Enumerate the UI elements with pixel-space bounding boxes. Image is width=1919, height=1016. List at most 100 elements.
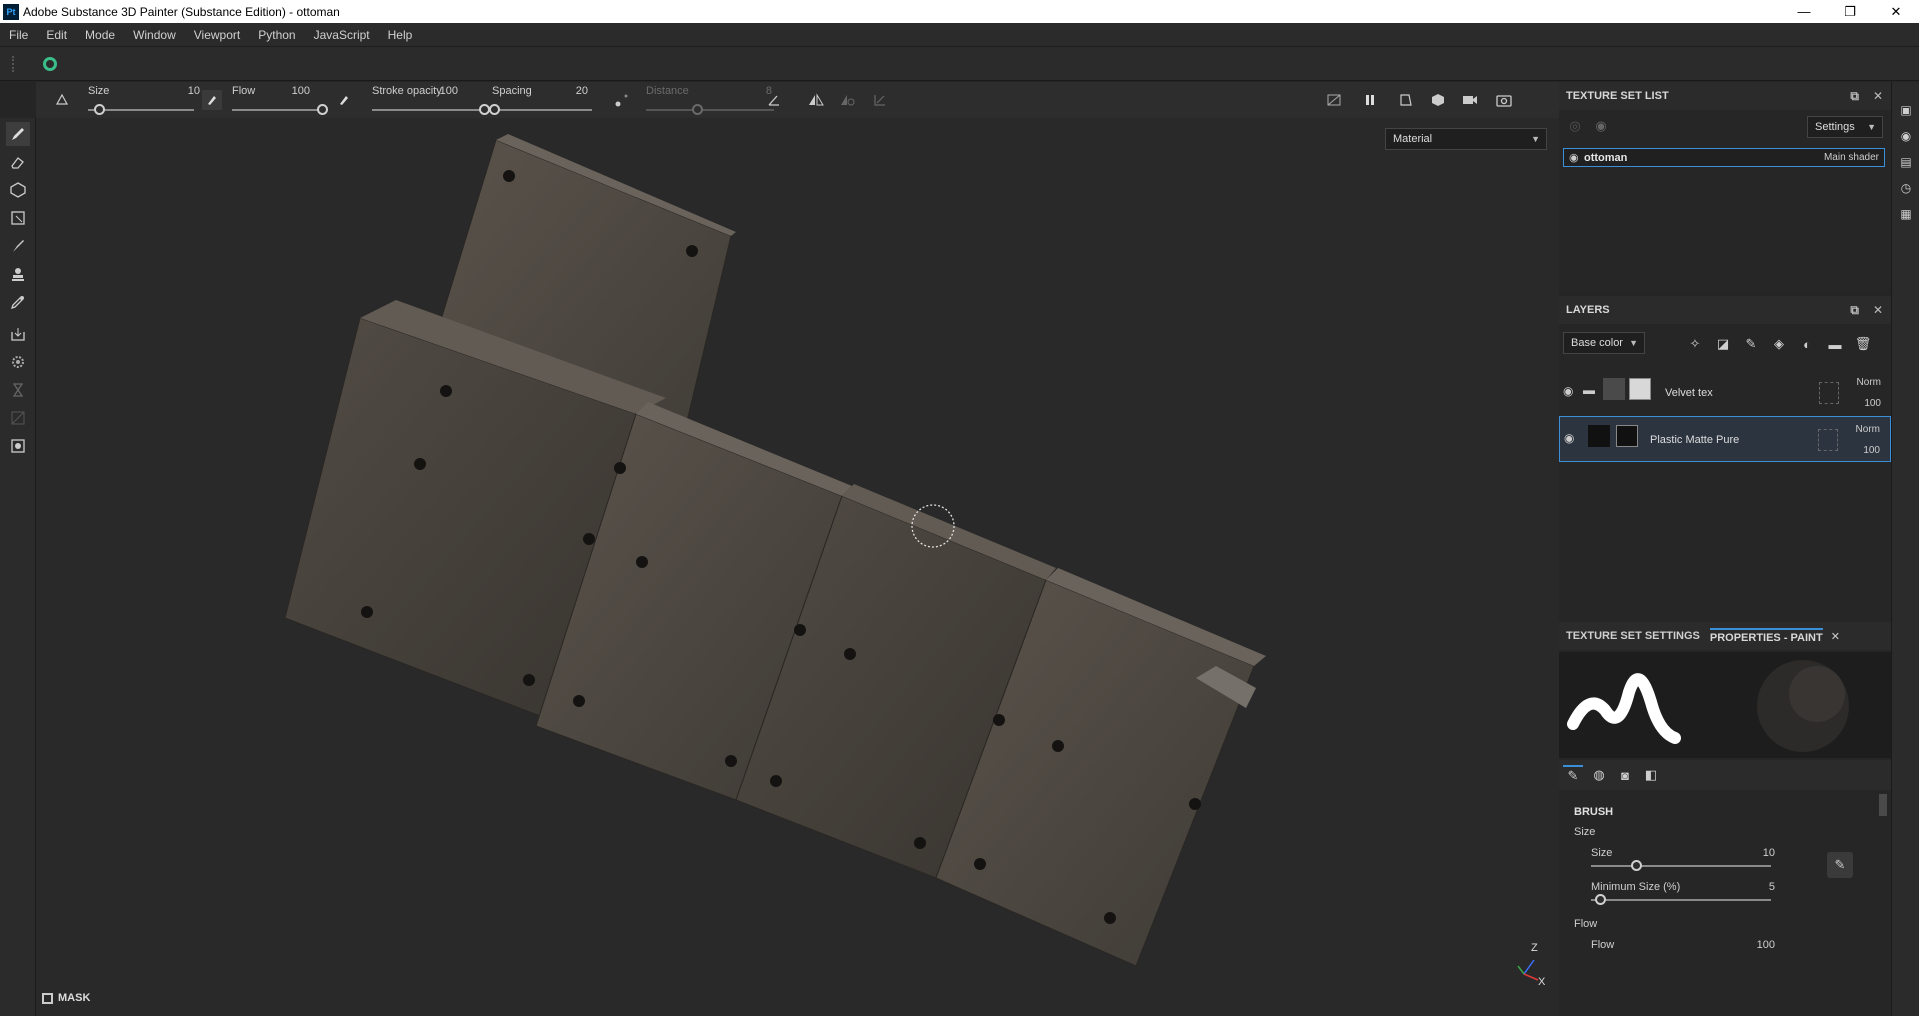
eye-icon[interactable]: ◉ (1591, 116, 1611, 136)
menu-javascript[interactable]: JavaScript (305, 28, 379, 42)
layer-row[interactable]: ◉ ▬ Velvet tex Norm 100 (1559, 370, 1891, 416)
min-size-slider-knob[interactable] (1595, 894, 1606, 905)
ottoman-model[interactable] (36, 118, 1559, 1016)
measure-icon[interactable] (6, 406, 30, 430)
menu-file[interactable]: File (0, 28, 37, 42)
clone-stamp-icon[interactable] (6, 262, 30, 286)
texture-set-shader[interactable]: Main shader (1824, 152, 1879, 163)
spacing-slider-knob[interactable] (489, 104, 500, 115)
blend-mode-dropdown[interactable]: Norm (1857, 377, 1881, 388)
bake-icon[interactable] (6, 322, 30, 346)
stroke-opacity-slider-track[interactable] (372, 109, 484, 111)
menu-viewport[interactable]: Viewport (185, 28, 249, 42)
min-size-value[interactable]: 5 (1739, 881, 1775, 893)
menu-help[interactable]: Help (379, 28, 422, 42)
menu-python[interactable]: Python (249, 28, 304, 42)
layer-opacity[interactable]: 100 (1863, 445, 1880, 456)
stencil-tab-icon[interactable]: ◧ (1641, 765, 1661, 785)
mask-thumbnail[interactable] (1629, 378, 1651, 400)
menu-mode[interactable]: Mode (76, 28, 124, 42)
add-folder-icon[interactable]: ▬ (1825, 334, 1845, 354)
brush-size-value[interactable]: 10 (1739, 847, 1775, 859)
hourglass-icon[interactable] (6, 378, 30, 402)
color-picker-icon[interactable] (6, 290, 30, 314)
brush-flow-value[interactable]: 100 (1739, 939, 1775, 951)
maximize-button[interactable]: ❐ (1827, 0, 1873, 23)
distance-slider-track[interactable] (646, 109, 774, 111)
flow-value[interactable]: 100 (286, 85, 310, 97)
distance-slider-knob[interactable] (692, 104, 704, 115)
angle-icon[interactable] (764, 90, 784, 110)
stroke-opacity-value[interactable]: 100 (434, 85, 458, 97)
layer-mask-slot[interactable] (1819, 382, 1839, 404)
flow-slider-knob[interactable] (317, 104, 328, 115)
min-size-slider-track[interactable] (1591, 899, 1771, 901)
settings-gear-icon[interactable] (6, 350, 30, 374)
brush-size-slider-track[interactable] (1591, 865, 1771, 867)
menu-edit[interactable]: Edit (37, 28, 76, 42)
eraser-icon[interactable] (6, 150, 30, 174)
menu-window[interactable]: Window (124, 28, 185, 42)
transform-icon[interactable] (870, 90, 890, 110)
brush-size-slider-knob[interactable] (1631, 860, 1642, 871)
texture-set-settings-dropdown[interactable]: Settings ▼ (1807, 116, 1883, 138)
add-fill-layer-icon[interactable]: ◈ (1769, 334, 1789, 354)
sync-status-icon[interactable] (43, 57, 57, 71)
mask-icon[interactable] (42, 993, 53, 1004)
tab-texture-set-settings[interactable]: TEXTURE SET SETTINGS (1566, 630, 1700, 642)
layer-mask-slot[interactable] (1818, 429, 1838, 451)
close-button[interactable]: ✕ (1873, 0, 1919, 23)
channel-dropdown[interactable]: Base color ▼ (1563, 332, 1645, 354)
size-value[interactable]: 10 (176, 85, 200, 97)
float-panel-icon[interactable]: ⧉ (1850, 89, 1859, 104)
close-panel-icon[interactable]: ✕ (1873, 303, 1883, 318)
layer-row-selected[interactable]: ◉ Plastic Matte Pure Norm 100 (1559, 416, 1891, 462)
display-settings-icon[interactable]: ▣ (1898, 102, 1914, 118)
properties-scrollbar[interactable] (1879, 794, 1887, 816)
history-icon[interactable]: ◷ (1898, 180, 1914, 196)
grip-handle-icon[interactable] (12, 56, 14, 72)
spacing-slider-track[interactable] (492, 109, 592, 111)
close-tab-icon[interactable]: ✕ (1831, 630, 1840, 643)
symmetry-options-icon[interactable] (838, 90, 858, 110)
projection-icon[interactable] (6, 178, 30, 202)
symmetry-icon[interactable] (806, 90, 826, 110)
camera-icon[interactable] (1460, 90, 1480, 110)
layer-name[interactable]: Plastic Matte Pure (1650, 434, 1739, 446)
hide-icon[interactable]: ◎ (1565, 116, 1585, 136)
export-icon[interactable] (6, 434, 30, 458)
add-smart-material-icon[interactable]: ◐ (1797, 334, 1817, 354)
texture-set-item[interactable]: ◉ ottoman Main shader (1563, 148, 1885, 167)
smudge-icon[interactable] (6, 234, 30, 258)
alignment-icon[interactable] (52, 90, 72, 110)
delete-layer-icon[interactable]: 🗑 (1853, 334, 1873, 354)
shelf-icon[interactable]: ▤ (1898, 154, 1914, 170)
blend-mode-dropdown[interactable]: Norm (1856, 424, 1880, 435)
add-paint-layer-icon[interactable]: ✎ (1741, 334, 1761, 354)
size-pen-pressure-icon[interactable] (202, 90, 222, 110)
hide-overlay-icon[interactable] (1324, 90, 1344, 110)
pause-icon[interactable] (1360, 90, 1380, 110)
visibility-eye-icon[interactable]: ◉ (1563, 384, 1573, 398)
size-slider-knob[interactable] (93, 104, 105, 115)
visibility-eye-icon[interactable]: ◉ (1564, 431, 1574, 445)
flow-slider-track[interactable] (232, 109, 322, 111)
shader-settings-icon[interactable]: ◉ (1898, 128, 1914, 144)
size-pen-pressure-icon[interactable]: ✎ (1827, 852, 1853, 878)
float-panel-icon[interactable]: ⧉ (1850, 303, 1859, 318)
flow-pen-pressure-icon[interactable] (334, 90, 354, 110)
geometry-fill-icon[interactable] (6, 206, 30, 230)
screenshot-icon[interactable] (1494, 90, 1514, 110)
visibility-eye-icon[interactable]: ◉ (1569, 151, 1579, 164)
close-panel-icon[interactable]: ✕ (1873, 89, 1883, 104)
paint-brush-icon[interactable] (6, 122, 30, 146)
add-effect-icon[interactable]: ✧ (1685, 334, 1705, 354)
display-mode-icon[interactable] (1428, 90, 1448, 110)
layer-opacity[interactable]: 100 (1864, 398, 1881, 409)
minimize-button[interactable]: — (1781, 0, 1827, 23)
material-tab-icon[interactable]: ◍ (1589, 765, 1609, 785)
layer-name[interactable]: Velvet tex (1665, 387, 1713, 399)
viewport-layout-icon[interactable] (1396, 90, 1416, 110)
mask-thumbnail[interactable] (1616, 425, 1638, 447)
add-mask-icon[interactable]: ◪ (1713, 334, 1733, 354)
